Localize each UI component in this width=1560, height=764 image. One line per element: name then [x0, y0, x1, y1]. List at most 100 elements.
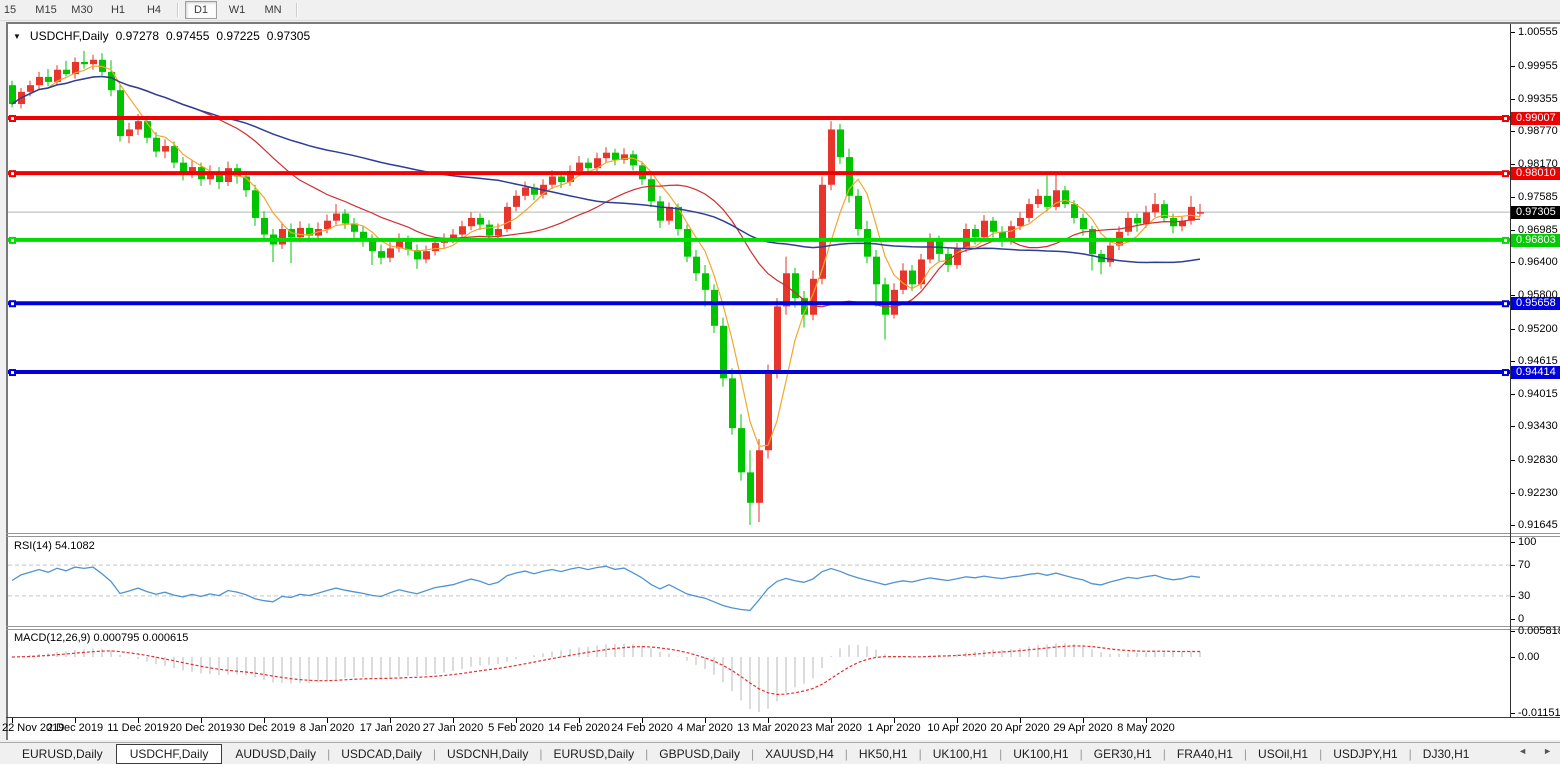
price-axis-tick — [1511, 492, 1515, 494]
price-badge: 0.99007 — [1511, 112, 1560, 125]
hline-0.95658[interactable] — [8, 300, 1510, 308]
price-badge: 0.96803 — [1511, 233, 1560, 247]
price-axis-tick — [1511, 525, 1515, 527]
date-axis-label: 8 Jan 2020 — [299, 722, 355, 734]
price-axis-tick — [1511, 360, 1515, 362]
chart-tab-usdcnh-daily[interactable]: USDCNH,Daily — [437, 745, 538, 763]
timeframe-button-mn[interactable]: MN — [257, 1, 289, 19]
price-chart[interactable] — [8, 24, 1510, 533]
rsi-scale-label: 30 — [1518, 589, 1531, 602]
symbol-menu-icon[interactable]: ▼ — [13, 32, 21, 41]
macd-scale-label: -0.01151 — [1518, 707, 1560, 719]
price-axis-label: 1.00555 — [1518, 26, 1558, 39]
macd-panel — [11, 643, 1201, 712]
macd-scale-tick — [1511, 657, 1515, 658]
price-axis-label: 0.92230 — [1518, 486, 1558, 499]
hline-0.99007[interactable] — [8, 115, 1510, 122]
price-axis-tick — [1511, 229, 1515, 231]
timeframe-button-m30[interactable]: M30 — [66, 1, 98, 19]
timeframe-button-h1[interactable]: H1 — [102, 1, 134, 19]
price-axis-label: 0.98770 — [1518, 125, 1558, 138]
chart-tab-eurusd-daily[interactable]: EURUSD,Daily — [12, 745, 113, 763]
price-axis-tick — [1511, 65, 1515, 67]
price-axis-tick — [1511, 98, 1515, 100]
panel-splitter[interactable] — [6, 536, 1560, 537]
hline-0.9801[interactable] — [8, 170, 1510, 178]
macd-scale-tick — [1511, 713, 1515, 714]
chart-tab-eurusd-daily[interactable]: EURUSD,Daily — [543, 745, 644, 763]
price-axis-tick — [1511, 426, 1515, 428]
date-axis-label: 2 Dec 2019 — [46, 722, 104, 734]
price-axis-label: 0.96400 — [1518, 256, 1558, 269]
price-axis-label: 0.99955 — [1518, 59, 1558, 72]
date-axis-label: 24 Feb 2020 — [611, 722, 673, 734]
price-badge: 0.94414 — [1511, 366, 1560, 380]
timeframe-button-d1[interactable]: D1 — [185, 1, 217, 19]
ohlc-close: 0.97305 — [266, 29, 311, 43]
rsi-scale-tick — [1511, 542, 1515, 543]
chart-tab-dj30-h1[interactable]: DJ30,H1 — [1413, 745, 1480, 763]
price-axis-tick — [1511, 328, 1515, 330]
rsi-scale-label: 70 — [1518, 559, 1531, 572]
rsi-scale-tick — [1511, 595, 1515, 597]
timeframe-button-15[interactable]: 15 — [0, 1, 26, 19]
panel-splitter[interactable] — [6, 629, 1560, 630]
chart-tab-usdjpy-h1[interactable]: USDJPY,H1 — [1323, 745, 1407, 763]
price-axis-tick — [1511, 295, 1515, 297]
ma-line-21 — [11, 75, 1201, 308]
chart-tab-usdchf-daily[interactable]: USDCHF,Daily — [115, 743, 223, 764]
rsi-line — [11, 565, 1201, 612]
toolbar-separator — [177, 3, 178, 17]
timeframe-button-m15[interactable]: M15 — [30, 1, 62, 19]
price-badge: 0.95658 — [1511, 297, 1560, 311]
rsi-scale-tick — [1511, 565, 1515, 567]
date-axis-label: 27 Jan 2020 — [422, 722, 484, 734]
chart-tab-hk50-h1[interactable]: HK50,H1 — [849, 745, 918, 763]
hline-0.94414[interactable] — [8, 369, 1510, 377]
price-axis-tick — [1511, 394, 1515, 396]
date-axis-label: 20 Dec 2019 — [169, 722, 233, 734]
chart-tab-uk100-h1[interactable]: UK100,H1 — [1003, 745, 1078, 763]
rsi-scale-tick — [1511, 619, 1515, 620]
chart-title: ▼ USDCHF,Daily 0.97278 0.97455 0.97225 0… — [13, 29, 310, 43]
price-badge: 0.97305 — [1511, 206, 1560, 220]
chart-tab-usoil-h1[interactable]: USOil,H1 — [1248, 745, 1318, 763]
rsi-value: 54.1082 — [54, 540, 95, 552]
tab-scroll-right-icon[interactable]: ► — [1541, 744, 1554, 758]
chart-tab-uk100-h1[interactable]: UK100,H1 — [923, 745, 998, 763]
date-axis-label: 23 Mar 2020 — [800, 722, 862, 734]
chart-tab-ger30-h1[interactable]: GER30,H1 — [1084, 745, 1162, 763]
macd-histogram — [20, 643, 1201, 712]
date-axis-label: 5 Feb 2020 — [488, 722, 544, 734]
date-axis-label: 14 Feb 2020 — [548, 722, 610, 734]
tab-scroll-left-icon[interactable]: ◄ — [1516, 744, 1529, 758]
candles — [9, 50, 1204, 525]
timeframe-button-w1[interactable]: W1 — [221, 1, 253, 19]
chart-tab-gbpusd-daily[interactable]: GBPUSD,Daily — [649, 745, 750, 763]
timeframe-button-h4[interactable]: H4 — [138, 1, 170, 19]
date-axis-label: 4 Mar 2020 — [677, 722, 733, 734]
macd-signal-value: 0.000615 — [142, 632, 189, 644]
price-axis-tick — [1511, 459, 1515, 461]
chart-symbol-label: USDCHF,Daily — [29, 29, 109, 43]
chart-tab-usdcad-daily[interactable]: USDCAD,Daily — [331, 745, 432, 763]
price-axis-tick — [1511, 196, 1515, 198]
price-axis-label: 0.99355 — [1518, 92, 1558, 105]
macd-main-value: 0.000795 — [93, 632, 140, 644]
chart-tab-fra40-h1[interactable]: FRA40,H1 — [1167, 745, 1243, 763]
rsi-panel — [8, 564, 1510, 612]
hline-0.96803[interactable] — [8, 236, 1510, 244]
ma-line-5 — [11, 65, 1201, 448]
date-axis-label: 8 May 2020 — [1117, 722, 1175, 734]
panel-splitter[interactable] — [6, 626, 1560, 627]
panel-splitter[interactable] — [6, 533, 1560, 534]
chart-tab-bar: EURUSD,Daily USDCHF,Daily AUDUSD,Daily | USD… — [0, 742, 1560, 764]
timeframe-toolbar: 15 M15 M30 H1 H4 D1 W1 MN — [0, 0, 1560, 21]
date-axis-label: 11 Dec 2019 — [107, 722, 169, 734]
chart-tab-xauusd-h4[interactable]: XAUUSD,H4 — [755, 745, 844, 763]
price-axis-label: 0.93430 — [1518, 420, 1558, 433]
chart-tab-audusd-daily[interactable]: AUDUSD,Daily — [225, 745, 326, 763]
macd-scale-label: 0.005818 — [1518, 625, 1560, 637]
date-axis-label: 30 Dec 2019 — [232, 722, 296, 734]
price-axis-label: 0.94015 — [1518, 388, 1558, 401]
